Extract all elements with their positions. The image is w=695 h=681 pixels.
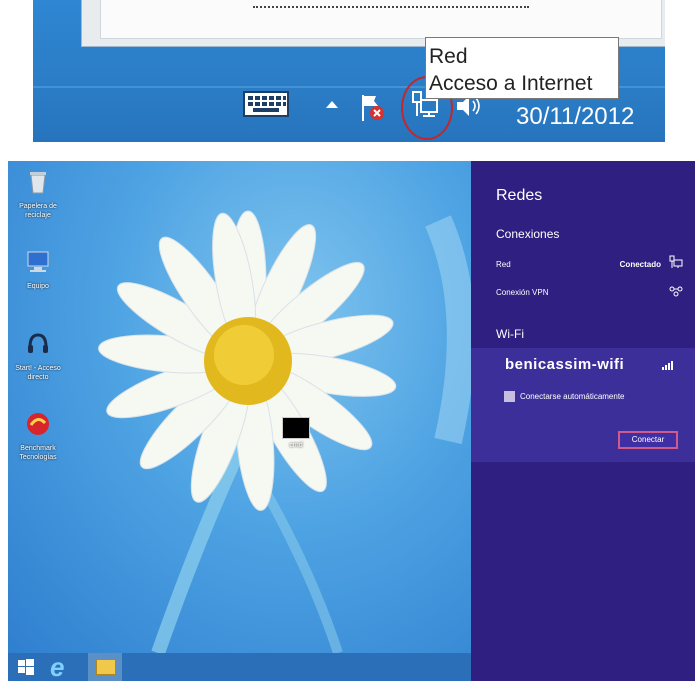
- daisy-wallpaper: [98, 210, 471, 653]
- auto-connect-label: Conectarse automáticamente: [520, 392, 625, 401]
- vpn-icon: [669, 286, 683, 297]
- network-tooltip: Red Acceso a Internet: [425, 37, 619, 99]
- desktop: Papelera de reciclaje Equipo Start! - Ac…: [8, 161, 471, 653]
- connection-red-status: Conectado: [619, 260, 661, 269]
- desktop-icon-label: Start! - Acceso directo: [15, 365, 61, 381]
- clock-date[interactable]: 30/11/2012: [516, 103, 634, 131]
- cmd-icon: [282, 417, 310, 439]
- desktop-icon-cmd[interactable]: cmd: [270, 417, 322, 450]
- networks-pane: Redes Conexiones Red Conectado Conexión …: [471, 161, 695, 681]
- wifi-network-item[interactable]: benicassim-wifi Conectarse automáticamen…: [471, 348, 695, 462]
- recycle-bin-icon: [30, 172, 46, 194]
- pane-title: Redes: [496, 187, 543, 204]
- wifi-signal-icon: [662, 361, 673, 370]
- tooltip-title: Red: [429, 45, 468, 68]
- desktop-icon-computer[interactable]: Equipo: [12, 249, 64, 291]
- tooltip-subtitle: Acceso a Internet: [429, 72, 593, 95]
- taskbar-screenshot: 30/11/2012 Red Acceso a Internet: [33, 0, 665, 142]
- keyboard-icon[interactable]: [243, 91, 289, 117]
- desktop-icon-label: Papelera de reciclaje: [19, 203, 57, 219]
- windows-start-icon[interactable]: [18, 659, 34, 675]
- computer-icon: [27, 251, 49, 272]
- wifi-heading: Wi-Fi: [496, 327, 524, 341]
- wifi-network-name: benicassim-wifi: [505, 356, 625, 373]
- dotted-line: [253, 6, 529, 8]
- window-content: [100, 0, 662, 39]
- connections-heading: Conexiones: [496, 227, 560, 241]
- desktop-icon-benchmark[interactable]: Benchmark Tecnologías: [12, 411, 64, 462]
- internet-explorer-icon[interactable]: e: [50, 653, 64, 681]
- desktop-icon-recycle-bin[interactable]: Papelera de reciclaje: [12, 169, 64, 220]
- desktop-icon-label: Equipo: [27, 283, 49, 290]
- headset-icon: [28, 333, 48, 353]
- desktop-taskbar: e: [8, 653, 471, 681]
- file-explorer-icon[interactable]: [88, 653, 122, 681]
- show-hidden-icons-arrow-icon[interactable]: [326, 101, 338, 108]
- swirl-app-icon: [27, 413, 49, 435]
- desktop-icon-start-shortcut[interactable]: Start! - Acceso directo: [12, 331, 64, 382]
- connect-button[interactable]: Conectar: [618, 431, 678, 449]
- flag-icon[interactable]: [360, 93, 386, 123]
- desktop-screenshot: Papelera de reciclaje Equipo Start! - Ac…: [8, 161, 695, 681]
- auto-connect-checkbox[interactable]: [504, 391, 515, 402]
- desktop-icon-label: cmd: [289, 442, 303, 449]
- desktop-icon-label: Benchmark Tecnologías: [19, 445, 57, 461]
- connection-vpn-label[interactable]: Conexión VPN: [496, 288, 548, 297]
- wired-network-icon: [669, 255, 683, 268]
- connection-red-label[interactable]: Red: [496, 260, 511, 269]
